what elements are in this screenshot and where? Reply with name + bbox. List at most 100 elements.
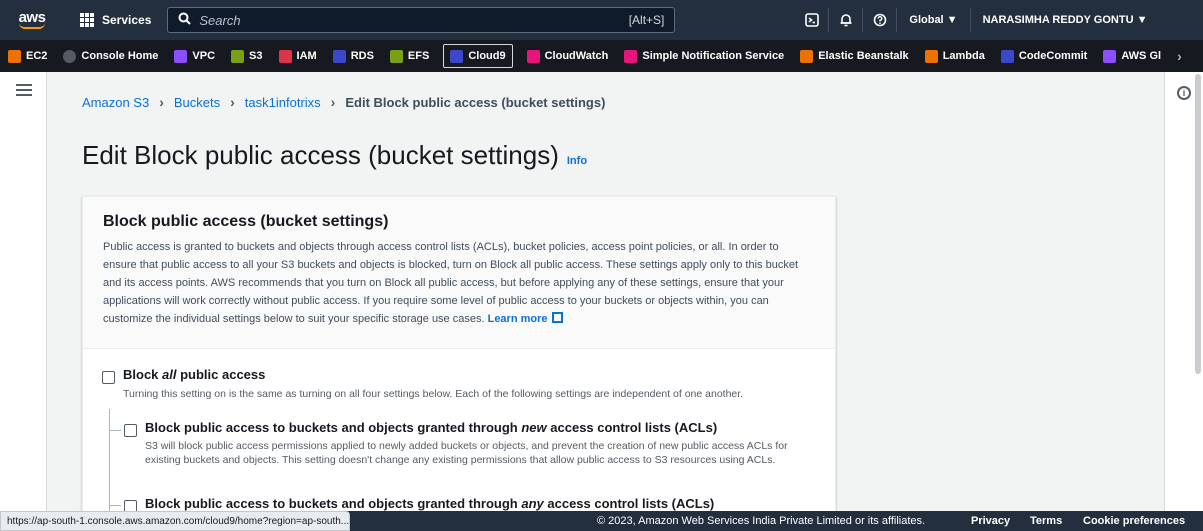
title-part: Block [123,367,163,382]
footer: https://ap-south-1.console.aws.amazon.co… [0,511,1203,531]
panel-header: Block public access (bucket settings) Pu… [83,197,835,349]
chevron-right-icon: › [159,94,164,110]
notifications-bell-icon[interactable] [829,8,864,32]
title-part: access control lists (ACLs) [543,496,715,511]
search-shortcut: [Alt+S] [628,13,665,27]
cookie-preferences-link[interactable]: Cookie preferences [1083,515,1185,527]
favorites-scroll-right-icon[interactable]: › [1175,44,1184,68]
lambda-icon [924,49,938,63]
search-icon [178,12,192,28]
block-all-description: Turning this setting on is the same as t… [123,388,744,400]
block-any-acl-title: Block public access to buckets and objec… [145,496,714,511]
fav-ec2[interactable]: EC2 [6,44,49,68]
breadcrumb-buckets[interactable]: Buckets [174,95,220,110]
fav-efs[interactable]: EFS [388,44,431,68]
cloudshell-icon[interactable] [795,8,830,32]
fav-codecommit[interactable]: CodeCommit [999,44,1089,68]
account-menu[interactable]: NARASIMHA REDDY GONTU ▼ [971,8,1160,32]
block-all-checkbox[interactable] [102,371,115,384]
services-label: Services [102,13,152,27]
left-rail [0,72,47,531]
codecommit-icon [1000,49,1014,63]
breadcrumb-amazon-s3[interactable]: Amazon S3 [82,95,149,110]
block-public-access-panel: Block public access (bucket settings) Pu… [82,196,836,517]
fav-lambda[interactable]: Lambda [923,44,987,68]
tree-line [109,505,121,506]
fav-label: VPC [192,50,216,62]
grid-icon [80,13,94,27]
status-url: https://ap-south-1.console.aws.amazon.co… [0,511,350,531]
fav-sns[interactable]: Simple Notification Service [622,44,786,68]
info-link[interactable]: Info [567,155,587,167]
page-title-text: Edit Block public access (bucket setting… [82,140,559,170]
services-menu-button[interactable]: Services [80,13,151,27]
block-new-acl-description: S3 will block public access permissions … [145,440,788,466]
menu-hamburger-icon[interactable] [16,84,32,99]
terms-link[interactable]: Terms [1030,515,1062,527]
page-title: Edit Block public access (bucket setting… [82,140,587,171]
fav-label: IAM [296,50,317,62]
external-link-icon [551,312,563,323]
breadcrumb-bucket-name[interactable]: task1infotrixs [245,95,321,110]
panel-description-text: Public access is granted to buckets and … [103,241,799,325]
title-em: any [521,496,544,511]
help-icon[interactable] [863,8,898,32]
iam-icon [278,49,292,63]
fav-vpc[interactable]: VPC [172,44,217,68]
sns-icon [624,49,638,63]
fav-iam[interactable]: IAM [277,44,319,68]
fav-elastic-beanstalk[interactable]: Elastic Beanstalk [798,44,911,68]
nav-icons: Global ▼ NARASIMHA REDDY GONTU ▼ [795,8,1159,32]
region-selector[interactable]: Global ▼ [897,8,971,32]
cloudwatch-icon [526,49,540,63]
fav-label: CloudWatch [544,50,609,62]
efs-icon [389,49,403,63]
aws-smile-icon [19,23,45,29]
fav-label: Simple Notification Service [642,50,785,62]
chevron-right-icon: › [230,94,235,110]
fav-label: RDS [350,50,374,62]
privacy-link[interactable]: Privacy [971,515,1010,527]
title-em: new [521,420,547,435]
s3-icon [231,49,245,63]
learn-more-link[interactable]: Learn more [488,313,548,325]
fav-cloud9[interactable]: Cloud9 [443,44,513,68]
vpc-icon [174,49,188,63]
fav-aws-glue[interactable]: AWS Gl [1101,44,1163,68]
block-new-acl-title: Block public access to buckets and objec… [145,420,717,435]
elastic-beanstalk-icon [800,49,814,63]
panel-title: Block public access (bucket settings) [103,213,389,230]
breadcrumb-current: Edit Block public access (bucket setting… [345,94,606,110]
fav-label: Elastic Beanstalk [818,50,909,62]
title-part: Block public access to buckets and objec… [145,496,522,511]
title-part: public access [176,367,266,382]
fav-s3[interactable]: S3 [229,44,264,68]
fav-cloudwatch[interactable]: CloudWatch [525,44,611,68]
copyright-text: © 2023, Amazon Web Services India Privat… [597,515,926,527]
search-input[interactable] [199,12,629,28]
page-scrollbar[interactable] [1195,74,1201,374]
block-all-title: Block all public access [123,367,265,382]
fav-label: AWS Gl [1121,50,1162,62]
fav-label: Cloud9 [468,50,506,62]
favorites-bar: EC2 Console Home VPC S3 IAM RDS EFS Clou… [0,40,1203,72]
panel-description: Public access is granted to buckets and … [103,238,815,328]
tree-line [109,409,110,517]
search-box[interactable]: [Alt+S] [167,7,676,33]
info-panel-icon[interactable]: i [1177,86,1191,100]
console-home-icon [63,49,77,63]
fav-label: S3 [249,50,263,62]
cloud9-icon [450,49,464,63]
block-new-acl-checkbox[interactable] [124,424,137,437]
breadcrumb: Amazon S3 › Buckets › task1infotrixs › E… [82,94,605,110]
fav-label: Console Home [81,50,159,62]
fav-label: EC2 [26,50,48,62]
fav-console-home[interactable]: Console Home [61,44,160,68]
title-part: access control lists (ACLs) [546,420,718,435]
fav-label: CodeCommit [1018,50,1088,62]
chevron-right-icon: › [330,94,336,110]
top-navigation: aws Services [Alt+S] Global ▼ NARASIMHA … [0,0,1203,40]
fav-label: Lambda [942,50,985,62]
aws-logo[interactable]: aws [14,10,50,29]
fav-rds[interactable]: RDS [331,44,376,68]
